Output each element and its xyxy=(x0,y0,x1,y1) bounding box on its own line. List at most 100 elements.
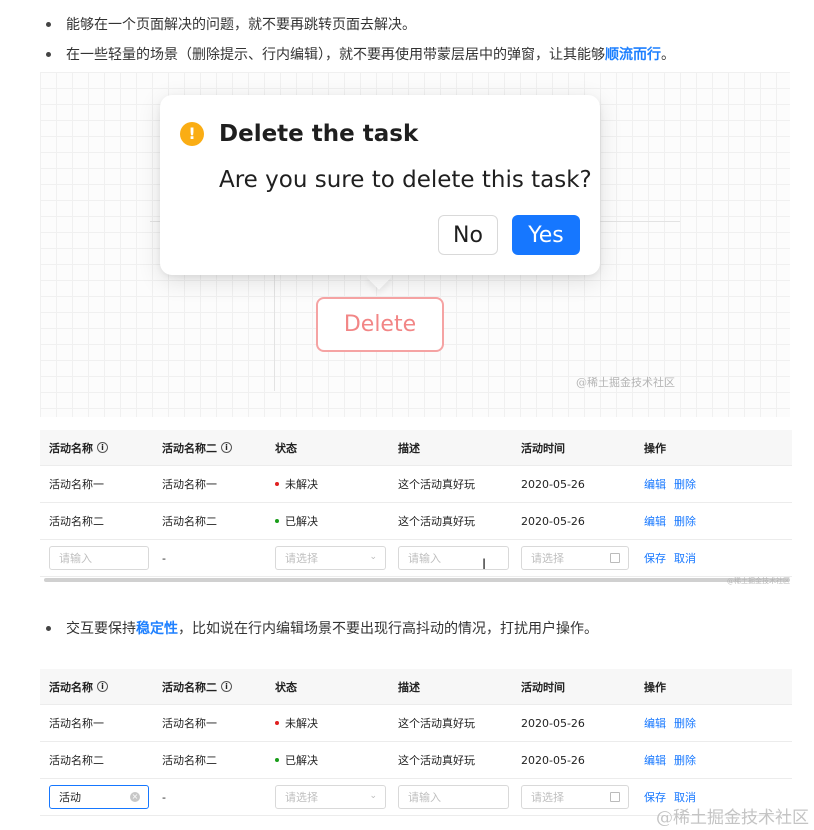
info-icon: i xyxy=(221,681,232,692)
bullet-dot xyxy=(46,51,51,57)
cell-desc: 这个活动真好玩 xyxy=(398,754,475,767)
status-dot-green xyxy=(275,758,279,762)
header-cell: 活动时间 xyxy=(521,441,565,455)
cell-actions: 保存 取消 xyxy=(635,550,792,566)
clear-icon[interactable]: × xyxy=(130,792,140,802)
chevron-down-icon: ⌄ xyxy=(369,552,377,562)
info-icon: i xyxy=(221,442,232,453)
no-button[interactable]: No xyxy=(438,215,498,255)
delete-button[interactable]: Delete xyxy=(316,297,444,352)
cell-name: 活动名称二 xyxy=(49,515,104,528)
popconfirm-description: Are you sure to delete this task? xyxy=(219,167,592,193)
cell-desc: 这个活动真好玩 xyxy=(398,478,475,491)
edit-link[interactable]: 编辑 xyxy=(644,715,666,731)
header-cell: 活动名称二 i xyxy=(153,679,266,695)
watermark: @稀土掘金技术社区 xyxy=(727,577,790,585)
table-row: 活动名称一 活动名称一 未解决 这个活动真好玩 2020-05-26 编辑 删除 xyxy=(40,705,792,742)
delete-link[interactable]: 删除 xyxy=(674,715,696,731)
popconfirm: ! Delete the task Are you sure to delete… xyxy=(160,95,600,275)
emphasis-link[interactable]: 稳定性 xyxy=(136,618,178,638)
cell-name2: - xyxy=(162,790,166,804)
cell-status: 未解决 xyxy=(266,715,389,731)
warning-icon: ! xyxy=(180,122,204,146)
cell-name2: 活动名称一 xyxy=(162,717,217,730)
delete-link[interactable]: 删除 xyxy=(674,752,696,768)
data-table: 活动名称 i 活动名称二 i 状态 描述 活动时间 操作 活动名称一 活动名称一 未… xyxy=(40,430,792,577)
header-cell: 描述 xyxy=(398,680,420,694)
cell-name2: - xyxy=(162,551,166,565)
emphasis-link[interactable]: 顺流而行 xyxy=(605,44,661,64)
cell-desc: 这个活动真好玩 xyxy=(398,515,475,528)
bullet-text: 能够在一个页面解决的问题，就不要再跳转页面去解决。 xyxy=(66,17,416,33)
header-cell: 活动名称 i xyxy=(40,679,153,695)
bullet-text: 在一些轻量的场景（删除提示、行内编辑），就不要再使用带蒙层居中的弹窗，让其能够 xyxy=(66,47,605,63)
cell-status: 未解决 xyxy=(266,476,389,492)
bullet-item: 能够在一个页面解决的问题，就不要再跳转页面去解决。 xyxy=(46,14,416,34)
header-cell: 状态 xyxy=(275,441,297,455)
header-cell: 操作 xyxy=(644,441,666,455)
yes-button[interactable]: Yes xyxy=(512,215,580,255)
bullet-item: 交互要保持 稳定性 ，比如说在行内编辑场景不要出现行高抖动的情况，打扰用户操作。 xyxy=(46,618,598,638)
info-icon: i xyxy=(97,442,108,453)
calendar-icon xyxy=(610,553,620,563)
table-row: 活动名称二 活动名称二 已解决 这个活动真好玩 2020-05-26 编辑 删除 xyxy=(40,742,792,779)
edit-link[interactable]: 编辑 xyxy=(644,476,666,492)
bullet-dot xyxy=(46,625,51,631)
cell-status: 已解决 xyxy=(266,752,389,768)
name-input[interactable]: 活动 × xyxy=(49,785,149,809)
header-cell: 活动名称二 i xyxy=(153,440,266,456)
cell-name: 活动名称一 xyxy=(49,478,104,491)
header-cell: 操作 xyxy=(644,680,666,694)
desc-input[interactable]: 请输入 xyxy=(398,546,509,570)
text-cursor-icon: I xyxy=(482,557,487,573)
desc-input[interactable]: 请输入 xyxy=(398,785,509,809)
table-row: 活动名称一 活动名称一 未解决 这个活动真好玩 2020-05-26 编辑 删除 xyxy=(40,466,792,503)
status-dot-green xyxy=(275,519,279,523)
cell-actions: 编辑 删除 xyxy=(635,715,792,731)
chevron-down-icon: ⌄ xyxy=(369,791,377,801)
cancel-link[interactable]: 取消 xyxy=(674,550,696,566)
cell-name2: 活动名称一 xyxy=(162,478,217,491)
edit-link[interactable]: 编辑 xyxy=(644,752,666,768)
cell-actions: 编辑 删除 xyxy=(635,752,792,768)
table-header: 活动名称 i 活动名称二 i 状态 描述 活动时间 操作 xyxy=(40,669,792,705)
cell-name: 活动名称二 xyxy=(49,754,104,767)
popconfirm-title: Delete the task xyxy=(219,121,419,147)
cell-date: 2020-05-26 xyxy=(521,753,585,767)
cell-name: 活动名称一 xyxy=(49,717,104,730)
table-row: 活动名称二 活动名称二 已解决 这个活动真好玩 2020-05-26 编辑 删除 xyxy=(40,503,792,540)
date-picker[interactable]: 请选择 xyxy=(521,785,629,809)
cell-date: 2020-05-26 xyxy=(521,477,585,491)
watermark: @稀土掘金技术社区 xyxy=(576,376,675,389)
bullet-item: 在一些轻量的场景（删除提示、行内编辑），就不要再使用带蒙层居中的弹窗，让其能够顺… xyxy=(46,44,675,64)
status-select[interactable]: 请选择 ⌄ xyxy=(275,546,386,570)
cell-date: 2020-05-26 xyxy=(521,514,585,528)
table-header: 活动名称 i 活动名称二 i 状态 描述 活动时间 操作 xyxy=(40,430,792,466)
bullet-text-end: 。 xyxy=(661,47,675,63)
table-edit-row: 请输入 - 请选择 ⌄ 请输入 请选择 保存 取消 xyxy=(40,540,792,577)
edit-link[interactable]: 编辑 xyxy=(644,513,666,529)
cell-desc: 这个活动真好玩 xyxy=(398,717,475,730)
delete-link[interactable]: 删除 xyxy=(674,476,696,492)
save-link[interactable]: 保存 xyxy=(644,550,666,566)
table-scrollbar[interactable] xyxy=(44,578,790,582)
status-select[interactable]: 请选择 ⌄ xyxy=(275,785,386,809)
bullet-text: 交互要保持 xyxy=(66,621,136,637)
date-picker[interactable]: 请选择 xyxy=(521,546,629,570)
status-dot-red xyxy=(275,721,279,725)
header-cell: 活动时间 xyxy=(521,680,565,694)
header-cell: 描述 xyxy=(398,441,420,455)
delete-link[interactable]: 删除 xyxy=(674,513,696,529)
header-cell: 状态 xyxy=(275,680,297,694)
watermark: @稀土掘金技术社区 xyxy=(656,808,809,828)
info-icon: i xyxy=(97,681,108,692)
cell-date: 2020-05-26 xyxy=(521,716,585,730)
cell-name2: 活动名称二 xyxy=(162,515,217,528)
name-input[interactable]: 请输入 xyxy=(49,546,149,570)
bullet-dot xyxy=(46,21,51,27)
cell-status: 已解决 xyxy=(266,513,389,529)
header-cell: 活动名称 i xyxy=(40,440,153,456)
cell-actions: 编辑 删除 xyxy=(635,513,792,529)
data-table: 活动名称 i 活动名称二 i 状态 描述 活动时间 操作 活动名称一 活动名称一 未… xyxy=(40,669,792,816)
cell-name2: 活动名称二 xyxy=(162,754,217,767)
